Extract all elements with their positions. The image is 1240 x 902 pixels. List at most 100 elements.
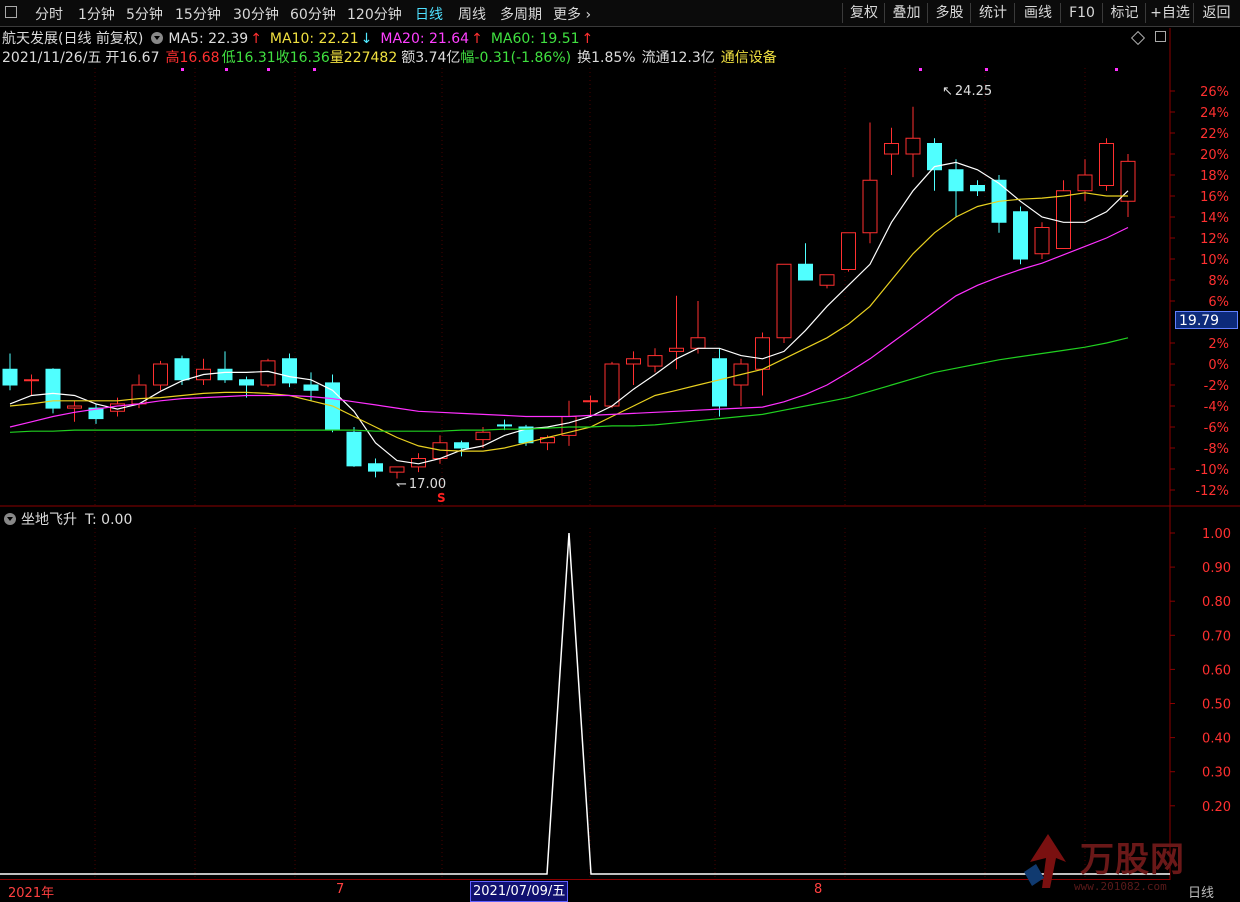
tab-more[interactable]: 更多 › bbox=[553, 4, 591, 24]
tab-5min[interactable]: 5分钟 bbox=[126, 4, 163, 24]
high-marker: ↖ 24.25 bbox=[942, 84, 992, 99]
price-tick-label: 22% bbox=[1200, 127, 1229, 142]
candle-up bbox=[583, 400, 598, 403]
sell-signal: S bbox=[437, 491, 446, 505]
stock-title[interactable]: 航天发展(日线 前复权) bbox=[2, 31, 143, 47]
candle-down bbox=[303, 384, 319, 391]
btn-add-watchlist[interactable]: +自选 bbox=[1145, 3, 1194, 23]
kline-chart[interactable]: 26% 24% 22% 20% 18% 16% 14% 12% 10% 8% 6% 2% 0% -2% -4… bbox=[0, 0, 1240, 902]
tab-15min[interactable]: 15分钟 bbox=[175, 4, 221, 24]
tab-60min[interactable]: 60分钟 bbox=[290, 4, 336, 24]
quote-open: 开16.67 bbox=[105, 50, 160, 66]
current-price-badge: 19.79 bbox=[1175, 311, 1238, 329]
candle-down bbox=[454, 442, 469, 449]
candle-up bbox=[755, 337, 770, 370]
indicator-tick-label: 0.60 bbox=[1202, 663, 1231, 678]
ma60-value: MA60: 19.51 bbox=[490, 31, 580, 47]
diamond-icon[interactable] bbox=[1130, 30, 1146, 46]
quote-turnover: 换1.85% bbox=[577, 50, 636, 66]
price-tick-label: -6% bbox=[1204, 421, 1229, 436]
indicator-name[interactable]: 坐地飞升 bbox=[21, 512, 77, 528]
quote-float: 流通12.3亿 bbox=[641, 50, 715, 66]
candle-up bbox=[604, 363, 620, 407]
date-july: 7 bbox=[336, 882, 345, 897]
candle-up bbox=[540, 437, 555, 444]
candle-down bbox=[927, 143, 942, 171]
tab-1min[interactable]: 1分钟 bbox=[78, 4, 115, 24]
ma10-value: MA10: 22.21 bbox=[269, 31, 359, 47]
date-aug: 8 bbox=[814, 882, 823, 897]
candle-up bbox=[153, 363, 168, 386]
window-toggle-icon[interactable] bbox=[1155, 31, 1166, 42]
candle-up bbox=[626, 358, 641, 365]
btn-back[interactable]: 返回 bbox=[1193, 3, 1239, 23]
candle-up bbox=[1077, 174, 1093, 192]
dropdown-icon[interactable] bbox=[151, 32, 164, 44]
ma20-value: MA20: 21.64 bbox=[380, 31, 470, 47]
date-selected[interactable]: 2021/07/09/五 bbox=[470, 881, 569, 902]
candle-up bbox=[776, 263, 792, 339]
candle-down bbox=[239, 379, 254, 386]
window-icon[interactable] bbox=[5, 6, 17, 18]
candle-up bbox=[733, 363, 749, 386]
low-value: 17.00 bbox=[408, 477, 447, 492]
more-label: 更多 bbox=[553, 7, 581, 23]
btn-diejia[interactable]: 叠加 bbox=[884, 3, 928, 23]
quote-low: 低16.31 bbox=[221, 50, 276, 66]
candle-up bbox=[669, 347, 684, 352]
btn-tongji[interactable]: 统计 bbox=[970, 3, 1015, 23]
price-tick-label: 24% bbox=[1200, 106, 1229, 121]
indicator-tick-label: 1.00 bbox=[1202, 527, 1231, 542]
arrow-left-icon: ↖ bbox=[942, 84, 953, 99]
btn-f10[interactable]: F10 bbox=[1060, 3, 1103, 23]
candle-down bbox=[1013, 211, 1028, 260]
quote-sector[interactable]: 通信设备 bbox=[721, 50, 777, 66]
price-tick-label: 14% bbox=[1200, 211, 1229, 226]
indicator-value: T: 0.00 bbox=[85, 512, 133, 528]
price-tick-label: 10% bbox=[1200, 253, 1229, 268]
price-tick-label: 6% bbox=[1208, 295, 1229, 310]
ma20-line bbox=[9, 226, 1129, 428]
btn-fuquan[interactable]: 复权 bbox=[842, 3, 885, 23]
candle-down bbox=[45, 368, 61, 409]
price-tick-label: 20% bbox=[1200, 148, 1229, 163]
watermark-url: www.201082.com bbox=[1074, 880, 1167, 893]
btn-biaoji[interactable]: 标记 bbox=[1102, 3, 1146, 23]
candle-up bbox=[411, 458, 426, 468]
date-axis: 2021年 7 2021/07/09/五 8 bbox=[0, 879, 1170, 902]
watermark-text: 万股网 bbox=[1080, 840, 1185, 880]
price-tick-label: 16% bbox=[1200, 190, 1229, 205]
candle-up bbox=[67, 405, 82, 409]
tab-120min[interactable]: 120分钟 bbox=[347, 4, 402, 24]
arrow-left-icon: ↽ bbox=[396, 477, 407, 492]
down-arrow-icon: ↓ bbox=[360, 31, 373, 47]
low-marker: ↽ 17.00 bbox=[396, 477, 446, 492]
btn-duogu[interactable]: 多股 bbox=[927, 3, 971, 23]
candle-down bbox=[798, 263, 813, 281]
watermark: 万股网 www.201082.com bbox=[1022, 828, 1212, 898]
tab-daily[interactable]: 日线 bbox=[415, 4, 443, 24]
dropdown-icon[interactable] bbox=[4, 513, 16, 525]
candle-up bbox=[1056, 190, 1071, 249]
tab-multi-period[interactable]: 多周期 bbox=[500, 4, 542, 24]
indicator-tick-label: 0.80 bbox=[1202, 595, 1231, 610]
tab-weekly[interactable]: 周线 bbox=[458, 4, 486, 24]
price-tick-label: 8% bbox=[1208, 274, 1229, 289]
high-value: 24.25 bbox=[954, 84, 993, 99]
candle-up bbox=[561, 416, 577, 436]
up-arrow-icon: ↑ bbox=[581, 31, 594, 47]
btn-huaxian[interactable]: 画线 bbox=[1014, 3, 1061, 23]
candle-up bbox=[389, 466, 405, 473]
candle-down bbox=[325, 382, 340, 430]
period-label: 日线 bbox=[1188, 886, 1215, 901]
price-tick-label: 2% bbox=[1208, 337, 1229, 352]
quote-row: 2021/11/26/五 开16.67 高16.68 低16.31收16.36量227… bbox=[2, 47, 777, 67]
candle-up bbox=[1034, 227, 1050, 255]
date-year: 2021年 bbox=[8, 886, 55, 901]
watermark-logo-icon bbox=[1024, 834, 1066, 888]
quote-amount: 额3.74亿 bbox=[401, 50, 461, 66]
tab-fenshi[interactable]: 分时 bbox=[35, 4, 63, 24]
price-tick-label: 18% bbox=[1200, 169, 1229, 184]
tab-30min[interactable]: 30分钟 bbox=[233, 4, 279, 24]
ma60-line bbox=[9, 337, 1129, 433]
